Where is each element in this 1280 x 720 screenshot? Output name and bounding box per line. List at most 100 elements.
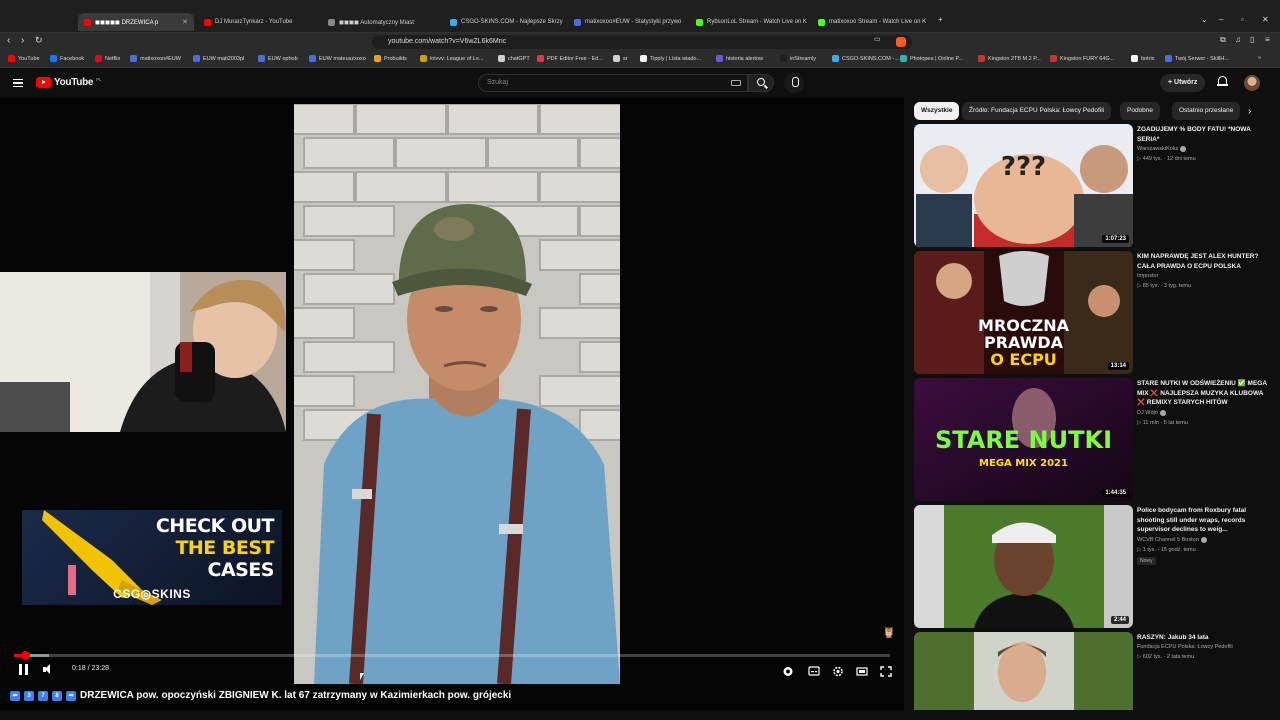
tab-csgo-skins[interactable]: CSGO-SKINS.COM - Najlepsze Skrzy [444, 13, 566, 31]
theater-mode-button[interactable] [856, 664, 868, 676]
bookmark-item[interactable]: matixoxoo#EUW [130, 55, 181, 62]
brave-shield-icon[interactable] [896, 37, 906, 47]
new-tab-icon[interactable]: + [938, 15, 943, 24]
tab-statystyki[interactable]: matixoxoo#EUW - Statystyki przywo [568, 13, 688, 31]
recommendation-item[interactable]: STARE NUTKI MEGA MIX 2021 1:44:35 STARE … [914, 378, 1274, 501]
video-thumbnail[interactable]: ??? 1:07:23 [914, 124, 1133, 247]
rec-channel[interactable]: WCVB Channel 5 Boston [1137, 537, 1207, 543]
recommendation-item[interactable]: ??? 1:07:23 ZGADUJEMY % BODY FATU! *NOWA… [914, 124, 1274, 247]
recommendation-item[interactable]: 2:44 Police bodycam from Roxbury fatal s… [914, 505, 1274, 628]
autoplay-toggle[interactable] [782, 664, 794, 676]
chip-source[interactable]: Źródło: Fundacja ECPU Polska: Łowcy Pedo… [962, 102, 1112, 120]
csgo-skins-ad[interactable]: CHECK OUT THE BEST CASES CSG◎SKINS [22, 510, 282, 605]
close-window-icon[interactable]: ✕ [1262, 15, 1269, 24]
forward-icon[interactable]: › [21, 35, 24, 46]
more-bookmarks-icon[interactable]: » [1258, 55, 1261, 61]
bookmark-item[interactable]: inStreamly [780, 55, 816, 62]
video-thumbnail[interactable]: 2:44 [914, 505, 1133, 628]
bookmark-item[interactable]: YouTube [8, 55, 40, 62]
bookmark-item[interactable]: Netflix [95, 55, 120, 62]
bookmark-item[interactable]: EUW mateuszxoxo [309, 55, 366, 62]
notifications-bell-icon[interactable] [1217, 76, 1228, 88]
video-frame[interactable] [294, 104, 620, 684]
rec-title[interactable]: ZGADUJEMY % BODY FATU! *NOWA SERIA* [1137, 125, 1269, 144]
bookmark-item[interactable]: historia alertow [716, 55, 763, 62]
bookmark-item[interactable]: Twój Serwer - SkillH... [1165, 55, 1229, 62]
screen-icon[interactable]: ▭ [874, 35, 881, 43]
rec-title[interactable]: STARE NUTKI W ODŚWIEŻENIU ✅ MEGA MIX ❌ N… [1137, 379, 1269, 408]
keyboard-icon[interactable] [731, 80, 741, 86]
rec-title[interactable]: Police bodycam from Roxbury fatal shooti… [1137, 506, 1269, 535]
rec-title[interactable]: KIM NAPRAWDĘ JEST ALEX HUNTER? CAŁA PRAW… [1137, 252, 1269, 271]
youtube-logo[interactable]: YouTube PL [36, 77, 101, 88]
video-thumbnail[interactable]: MROCZNA PRAWDA O ECPU 13:14 [914, 251, 1133, 374]
bookmark-item[interactable]: PDF Editor Free - Ed... [537, 55, 603, 62]
rec-title[interactable]: RASZYN: Jakub 34 lata [1137, 633, 1269, 643]
pause-icon[interactable] [19, 664, 28, 675]
thumbnail-image [914, 124, 1133, 247]
chevron-right-icon[interactable]: › [1248, 106, 1251, 117]
bookmark-favicon-icon [50, 55, 57, 62]
bookmark-item[interactable]: Probuilds [374, 55, 407, 62]
chip-related[interactable]: Podobne [1120, 102, 1161, 120]
create-button[interactable]: + Utwórz [1160, 74, 1206, 92]
bookmark-item[interactable]: botrix [1131, 55, 1154, 62]
thumbnail-text-2: MEGA MIX 2021 [979, 458, 1068, 469]
hamburger-menu-icon[interactable] [13, 79, 23, 87]
search-button[interactable] [748, 74, 774, 92]
bookmark-item[interactable]: EUW mati2003pl [193, 55, 244, 62]
fullscreen-icon [880, 666, 892, 677]
bookmark-item[interactable]: Facebook [50, 55, 84, 62]
voice-search-button[interactable] [784, 73, 804, 93]
subtitles-button[interactable] [808, 664, 820, 676]
browser-menu-icon[interactable]: ≡ [1265, 35, 1270, 44]
bookmark-item[interactable]: Tipply | Lista wiado... [640, 55, 701, 62]
minimize-icon[interactable]: – [1219, 15, 1223, 24]
extensions-icon[interactable]: ⧉ [1220, 35, 1226, 45]
back-icon[interactable]: ‹ [7, 35, 10, 46]
close-icon[interactable]: ✕ [182, 18, 188, 26]
video-player[interactable]: CHECK OUT THE BEST CASES CSG◎SKINS 🦉 0:1… [0, 98, 904, 710]
recommendation-item[interactable]: RASZYN: Jakub 34 lata Fundacja ECPU Pols… [914, 632, 1274, 710]
bookmark-item[interactable]: Photopea | Online P... [900, 55, 963, 62]
scrubber-handle[interactable] [20, 651, 30, 660]
rec-channel[interactable]: Impostor [1137, 273, 1158, 279]
bookmark-item[interactable]: chatGPT [498, 55, 530, 62]
ad-brand: CSG◎SKINS [113, 587, 191, 601]
channel-name: WCVB Channel 5 Boston [1137, 537, 1199, 543]
tab-matixoxoo[interactable]: matixoxoo Stream - Watch Live on K [812, 13, 932, 31]
chip-recent[interactable]: Ostatnio przesłane [1172, 102, 1241, 120]
bookmark-item[interactable]: sr [613, 55, 628, 62]
tab-rybson[interactable]: RybsonLoL Stream - Watch Live on K [690, 13, 810, 31]
recommendation-item[interactable]: MROCZNA PRAWDA O ECPU 13:14 KIM NAPRAWDĘ… [914, 251, 1274, 374]
bookmark-item[interactable]: Kingston 2TB M.2 P... [978, 55, 1041, 62]
rec-channel[interactable]: Fundacja ECPU Polska: Łowcy Pedofili [1137, 644, 1233, 650]
avatar[interactable] [1244, 75, 1260, 91]
bookmark-item[interactable]: CSGO-SKINS.COM -... [832, 55, 899, 62]
tab-search-icon[interactable]: ⌄ [1201, 15, 1208, 24]
verified-icon [1159, 410, 1166, 416]
tab-automatyczny[interactable]: ◼◼◼◼ Automatyczny Miast [322, 13, 440, 31]
reload-icon[interactable]: ↻ [35, 35, 43, 46]
rec-channel[interactable]: DJ Wójo [1137, 410, 1166, 416]
search-input[interactable]: Szukaj [478, 74, 748, 92]
video-thumbnail[interactable]: STARE NUTKI MEGA MIX 2021 1:44:35 [914, 378, 1133, 501]
settings-button[interactable] [832, 664, 844, 677]
fullscreen-button[interactable] [880, 664, 892, 677]
progress-bar[interactable] [14, 651, 890, 660]
chip-all[interactable]: Wszystkie [914, 102, 960, 120]
bookmark-favicon-icon [640, 55, 647, 62]
sidebar-icon[interactable]: ▯ [1250, 35, 1254, 44]
maximize-icon[interactable]: ▫ [1241, 15, 1244, 24]
bookmark-item[interactable]: loivvv: League of Le... [420, 55, 484, 62]
channel-watermark-icon[interactable]: 🦉 [880, 626, 898, 640]
bookmark-item[interactable]: Kingston FURY 64G... [1050, 55, 1114, 62]
rec-channel[interactable]: WarszawskiKoks [1137, 146, 1187, 152]
video-thumbnail[interactable] [914, 632, 1133, 710]
tab-drzewica[interactable]: ◼◼◼◼◼ DRZEWICA p ✕ [78, 13, 194, 31]
url-field[interactable]: youtube.com/watch?v=V6wZL6k6Mnc [372, 35, 912, 49]
bookmark-item[interactable]: EUW ophob [258, 55, 298, 62]
media-icon[interactable]: ♫ [1235, 35, 1241, 44]
volume-icon[interactable] [43, 664, 55, 675]
tab-dj-murarz[interactable]: DJ MurarzTynkarz - YouTube [198, 13, 316, 31]
